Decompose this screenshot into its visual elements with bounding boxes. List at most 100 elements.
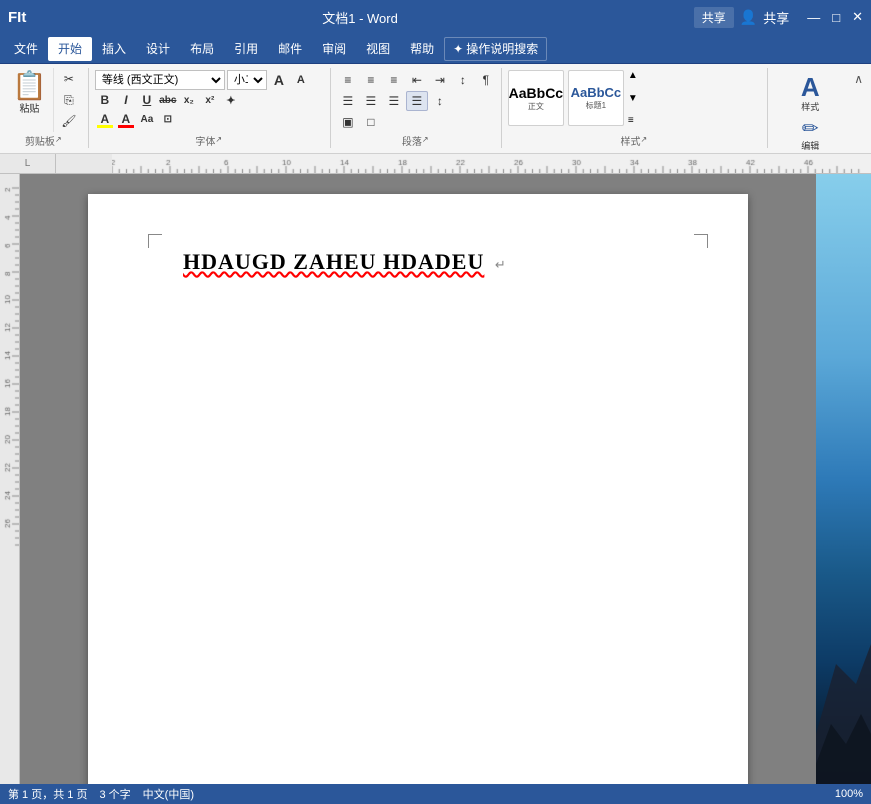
search-label: 操作说明搜索 — [466, 40, 538, 57]
corner-mark-tl — [148, 234, 162, 248]
underline-button[interactable]: U — [137, 91, 157, 109]
style-normal[interactable]: AaBbCc 正文 — [508, 70, 564, 126]
font-size-select[interactable]: 小二 — [227, 70, 267, 90]
font-size-dec-button[interactable]: A — [291, 71, 311, 89]
editing-group: A 样式 ✏ 编辑 编辑 — [770, 68, 850, 148]
share-button[interactable]: 共享 — [694, 7, 734, 28]
collapse-ribbon-button[interactable]: ∧ — [852, 68, 865, 90]
font-expand-icon[interactable]: ↗ — [215, 135, 225, 145]
edit-label: 编辑 — [801, 139, 819, 152]
styles-label: 样式 ↗ — [508, 132, 763, 148]
collapse-icon: ∧ — [854, 72, 863, 86]
menu-item-search[interactable]: ✦ 操作说明搜索 — [444, 37, 547, 61]
menu-item-mail[interactable]: 邮件 — [268, 37, 312, 61]
styles-a-icon: A — [801, 74, 820, 100]
file-name: 文档1 - Word — [322, 11, 398, 26]
clipboard-label: 剪贴板 ↗ — [6, 132, 84, 148]
menu-item-insert[interactable]: 插入 — [92, 37, 136, 61]
title-left: FIt — [8, 9, 26, 26]
sort-button[interactable]: ↕ — [452, 70, 474, 90]
bullet-list-button[interactable]: ≡ — [337, 70, 359, 90]
document-area[interactable]: HDAUGD ZAHEU HDADEU ↵ — [20, 174, 816, 784]
font-name-select[interactable]: 等线 (西文正文) — [95, 70, 225, 90]
menu-item-view[interactable]: 视图 — [356, 37, 400, 61]
title-right: 共享 👤 共享 — □ ✕ — [694, 7, 863, 28]
styles-group: AaBbCc 正文 AaBbCc 标题1 ▲ ▼ ≡ 样式 ↗ — [504, 68, 768, 148]
edit-icon: ✏ — [802, 119, 819, 139]
menu-item-layout[interactable]: 布局 — [180, 37, 224, 61]
font-color-button[interactable]: A — [116, 110, 136, 128]
close-button[interactable]: ✕ — [852, 9, 863, 25]
maximize-button[interactable]: □ — [832, 10, 840, 25]
show-hide-button[interactable]: ¶ — [475, 70, 497, 90]
document-page: HDAUGD ZAHEU HDADEU ↵ — [88, 194, 748, 784]
align-center-button[interactable]: ☰ — [360, 91, 382, 111]
search-icon: ✦ — [453, 42, 463, 56]
format-painter-button[interactable]: 🖌 — [58, 111, 80, 130]
menu-item-references[interactable]: 引用 — [224, 37, 268, 61]
paste-button[interactable]: 📋 粘贴 — [6, 68, 54, 132]
align-right-button[interactable]: ☰ — [383, 91, 405, 111]
styles-expand-button[interactable]: ▲ ▼ ≡ — [628, 70, 638, 126]
status-bar: 第 1 页，共 1 页 3 个字 中文(中国) 100% — [0, 784, 871, 804]
align-left-button[interactable]: ☰ — [337, 91, 359, 111]
clear-format-button[interactable]: ✦ — [221, 91, 241, 109]
word-count: 3 个字 — [99, 786, 130, 802]
document-content[interactable]: HDAUGD ZAHEU HDADEU ↵ — [183, 249, 673, 275]
horizontal-ruler — [112, 154, 871, 174]
paragraph-expand-icon[interactable]: ↗ — [422, 135, 432, 145]
share-icon: 👤 — [740, 9, 757, 26]
menu-item-help[interactable]: 帮助 — [400, 37, 444, 61]
menu-item-home[interactable]: 开始 — [48, 37, 92, 61]
superscript-button[interactable]: x² — [200, 91, 220, 109]
minimize-button[interactable]: — — [807, 10, 820, 25]
scenery-svg — [816, 484, 871, 784]
shading-button[interactable]: ▣ — [337, 112, 359, 132]
styles-expand-icon[interactable]: ↗ — [641, 135, 651, 145]
language: 中文(中国) — [143, 786, 194, 802]
line-spacing-button[interactable]: ↕ — [429, 91, 451, 111]
page-info: 第 1 页，共 1 页 — [8, 786, 87, 802]
app-name: FIt — [8, 9, 26, 26]
case-button[interactable]: Aa — [137, 110, 157, 128]
paragraph-mark: ↵ — [495, 257, 506, 272]
border-button[interactable]: □ — [360, 112, 382, 132]
zoom-level: 100% — [835, 788, 863, 800]
menu-bar: 文件 开始 插入 设计 布局 引用 邮件 审阅 视图 帮助 ✦ 操作说明搜索 — [0, 34, 871, 64]
char-spacing-button[interactable]: ⊡ — [158, 110, 178, 128]
ribbon: 📋 粘贴 ✂ ⎘ 🖌 剪贴板 ↗ — [0, 64, 871, 154]
strikethrough-button[interactable]: abc — [158, 91, 178, 109]
multilevel-list-button[interactable]: ≡ — [383, 70, 405, 90]
edit-button[interactable]: ✏ 编辑 — [788, 117, 832, 154]
styles-big-button[interactable]: A 样式 — [788, 72, 832, 115]
menu-item-design[interactable]: 设计 — [136, 37, 180, 61]
window-title: 文档1 - Word — [26, 8, 693, 27]
copy-button[interactable]: ⎘ — [58, 91, 80, 110]
clipboard-expand-icon[interactable]: ↗ — [55, 135, 65, 145]
document-text[interactable]: HDAUGD ZAHEU HDADEU — [183, 249, 484, 274]
italic-button[interactable]: I — [116, 91, 136, 109]
share-label[interactable]: 共享 — [763, 8, 789, 27]
vertical-ruler — [0, 174, 20, 784]
style-heading1[interactable]: AaBbCc 标题1 — [568, 70, 624, 126]
incr-indent-button[interactable]: ⇥ — [429, 70, 451, 90]
clipboard-group: 📋 粘贴 ✂ ⎘ 🖌 剪贴板 ↗ — [6, 68, 89, 148]
corner-mark-tr — [694, 234, 708, 248]
font-group: 等线 (西文正文) 小二 A A B I U abc x₂ x² ✦ — [91, 68, 331, 148]
font-size-inc-button[interactable]: A — [269, 71, 289, 89]
menu-item-file[interactable]: 文件 — [4, 37, 48, 61]
paragraph-group: ≡ ≡ ≡ ⇤ ⇥ ↕ ¶ ☰ ☰ ☰ ☰ ↕ ▣ — [333, 68, 502, 148]
subscript-button[interactable]: x₂ — [179, 91, 199, 109]
menu-item-review[interactable]: 审阅 — [312, 37, 356, 61]
num-list-button[interactable]: ≡ — [360, 70, 382, 90]
font-label: 字体 ↗ — [95, 132, 326, 148]
bold-button[interactable]: B — [95, 91, 115, 109]
right-panel — [816, 174, 871, 784]
cut-button[interactable]: ✂ — [58, 70, 80, 89]
decr-indent-button[interactable]: ⇤ — [406, 70, 428, 90]
paste-label: 粘贴 — [19, 100, 39, 115]
justify-button[interactable]: ☰ — [406, 91, 428, 111]
styles-a-label: 样式 — [801, 100, 819, 113]
text-highlight-button[interactable]: A — [95, 110, 115, 128]
ruler-left-marker: L — [0, 154, 56, 173]
